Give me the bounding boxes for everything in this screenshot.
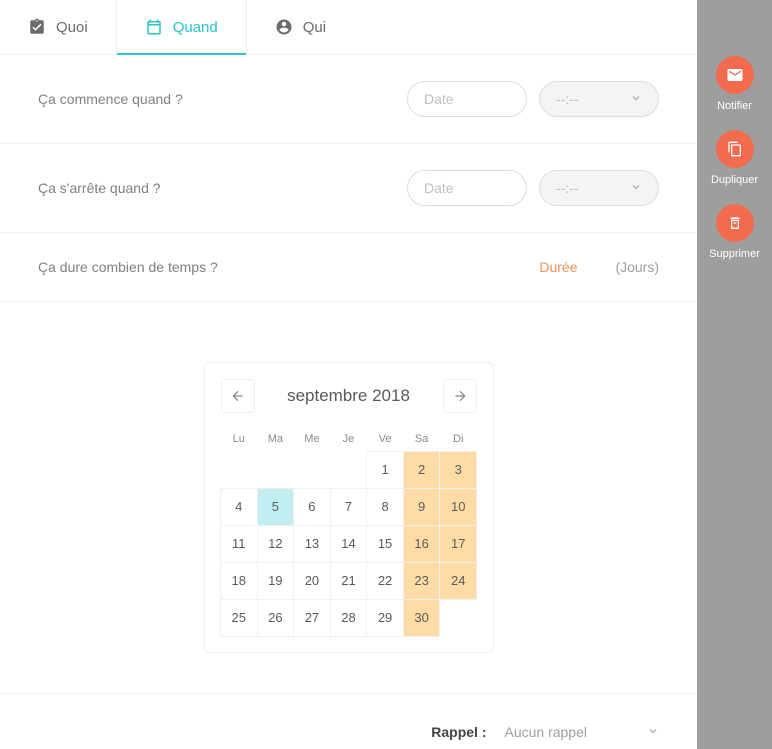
chevron-down-icon: [647, 724, 659, 740]
calendar-title: septembre 2018: [287, 386, 410, 406]
calendar-day[interactable]: 2: [403, 451, 441, 489]
chevron-down-icon: [630, 91, 642, 107]
calendar-day[interactable]: 18: [220, 562, 258, 600]
side-actions: Notifier Dupliquer Supprimer: [697, 0, 772, 270]
calendar-day[interactable]: 27: [293, 599, 331, 637]
time-placeholder: --:--: [556, 91, 579, 107]
calendar-day-empty: [330, 451, 368, 489]
reminder-value: Aucun rappel: [504, 724, 587, 740]
calendar-day[interactable]: 5: [257, 488, 295, 526]
calendar-dow: Me: [294, 427, 331, 451]
notify-action[interactable]: Notifier: [716, 56, 754, 112]
calendar-day[interactable]: 4: [220, 488, 258, 526]
calendar-day[interactable]: 7: [330, 488, 368, 526]
end-date-input[interactable]: Date: [407, 170, 527, 206]
calendar-day[interactable]: 13: [293, 525, 331, 563]
trash-icon: [716, 204, 754, 242]
calendar-day[interactable]: 29: [366, 599, 404, 637]
calendar-dow: Sa: [403, 427, 440, 451]
date-placeholder: Date: [424, 180, 454, 196]
calendar-day[interactable]: 24: [439, 562, 477, 600]
calendar: septembre 2018 LuMaMeJeVeSaDi12345678910…: [204, 362, 494, 653]
calendar-day[interactable]: 26: [257, 599, 295, 637]
calendar-grid: LuMaMeJeVeSaDi12345678910111213141516171…: [221, 427, 477, 636]
tab-label: Qui: [303, 19, 326, 36]
calendar-icon: [145, 18, 163, 36]
calendar-day[interactable]: 9: [403, 488, 441, 526]
action-label: Notifier: [717, 100, 752, 112]
next-month-button[interactable]: [443, 379, 477, 413]
tab-quand[interactable]: Quand: [116, 0, 246, 54]
copy-icon: [716, 130, 754, 168]
tab-label: Quoi: [56, 19, 88, 36]
calendar-dow: Ma: [257, 427, 294, 451]
calendar-day[interactable]: 12: [257, 525, 295, 563]
row-end: Ça s'arrête quand ? Date --:--: [0, 144, 697, 233]
calendar-day[interactable]: 10: [439, 488, 477, 526]
calendar-day[interactable]: 16: [403, 525, 441, 563]
chevron-down-icon: [630, 180, 642, 196]
calendar-dow: Je: [330, 427, 367, 451]
calendar-day[interactable]: 14: [330, 525, 368, 563]
calendar-day[interactable]: 3: [439, 451, 477, 489]
tab-label: Quand: [173, 19, 218, 36]
calendar-day[interactable]: 22: [366, 562, 404, 600]
reminder-label: Rappel :: [431, 724, 486, 740]
calendar-section: septembre 2018 LuMaMeJeVeSaDi12345678910…: [0, 302, 697, 694]
end-time-select[interactable]: --:--: [539, 170, 659, 206]
prev-month-button[interactable]: [221, 379, 255, 413]
duration-unit: (Jours): [615, 259, 659, 275]
duration-label: Ça dure combien de temps ?: [38, 259, 218, 275]
tab-quoi[interactable]: Quoi: [0, 0, 116, 54]
date-placeholder: Date: [424, 91, 454, 107]
calendar-day[interactable]: 15: [366, 525, 404, 563]
calendar-day-empty: [220, 451, 258, 489]
calendar-day[interactable]: 17: [439, 525, 477, 563]
reminder-select[interactable]: Aucun rappel: [504, 724, 659, 740]
calendar-day[interactable]: 25: [220, 599, 258, 637]
tabs: Quoi Quand Qui: [0, 0, 697, 55]
calendar-day[interactable]: 23: [403, 562, 441, 600]
calendar-dow: Ve: [367, 427, 404, 451]
person-icon: [275, 18, 293, 36]
duration-controls: Durée (Jours): [513, 259, 659, 275]
calendar-day[interactable]: 30: [403, 599, 441, 637]
calendar-day[interactable]: 1: [366, 451, 404, 489]
mail-icon: [716, 56, 754, 94]
calendar-dow: Di: [440, 427, 477, 451]
reminder-row: Rappel : Aucun rappel: [0, 694, 697, 740]
tab-qui[interactable]: Qui: [246, 0, 354, 54]
calendar-day[interactable]: 28: [330, 599, 368, 637]
calendar-day[interactable]: 20: [293, 562, 331, 600]
time-placeholder: --:--: [556, 180, 579, 196]
end-controls: Date --:--: [407, 170, 659, 206]
delete-action[interactable]: Supprimer: [709, 204, 760, 260]
calendar-day[interactable]: 21: [330, 562, 368, 600]
action-label: Supprimer: [709, 248, 760, 260]
duplicate-action[interactable]: Dupliquer: [711, 130, 758, 186]
start-date-input[interactable]: Date: [407, 81, 527, 117]
calendar-day[interactable]: 11: [220, 525, 258, 563]
start-label: Ça commence quand ?: [38, 91, 183, 107]
row-start: Ça commence quand ? Date --:--: [0, 55, 697, 144]
main-panel: Quoi Quand Qui Ça commence quand ? Date …: [0, 0, 697, 749]
clipboard-icon: [28, 18, 46, 36]
row-duration: Ça dure combien de temps ? Durée (Jours): [0, 233, 697, 302]
calendar-day[interactable]: 8: [366, 488, 404, 526]
calendar-dow: Lu: [221, 427, 258, 451]
duration-input[interactable]: Durée: [513, 259, 603, 275]
calendar-day-empty: [257, 451, 295, 489]
start-controls: Date --:--: [407, 81, 659, 117]
calendar-header: septembre 2018: [221, 379, 477, 413]
calendar-day[interactable]: 19: [257, 562, 295, 600]
calendar-day[interactable]: 6: [293, 488, 331, 526]
calendar-day-empty: [293, 451, 331, 489]
start-time-select[interactable]: --:--: [539, 81, 659, 117]
end-label: Ça s'arrête quand ?: [38, 180, 161, 196]
action-label: Dupliquer: [711, 174, 758, 186]
